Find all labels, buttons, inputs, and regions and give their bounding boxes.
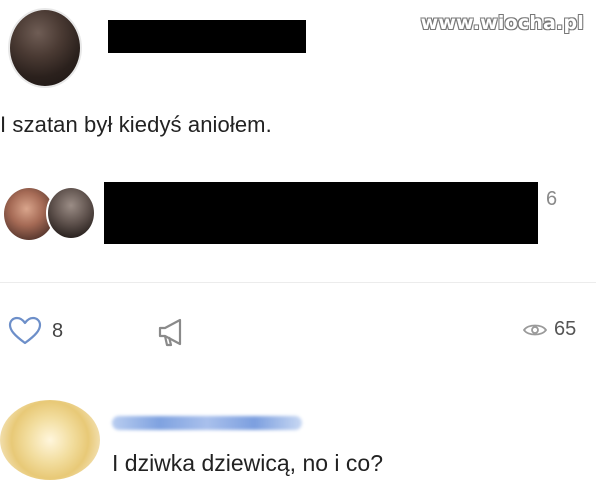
divider [0, 282, 596, 283]
heart-outline-icon [8, 316, 42, 346]
author-avatar[interactable] [8, 8, 82, 88]
commenter-avatar[interactable] [0, 400, 100, 480]
liked-by-count[interactable]: 6 [546, 188, 557, 211]
like-button[interactable]: 8 [8, 316, 63, 346]
megaphone-icon [156, 316, 190, 348]
liker-avatar-2[interactable] [46, 186, 96, 240]
share-button[interactable] [156, 316, 190, 348]
views-count: 65 [554, 318, 577, 340]
comment-text: I dziwka dziewicą, no i co? [112, 450, 384, 476]
likes-count: 8 [52, 319, 64, 342]
watermark-wiocha: www.wiocha.pl [420, 12, 584, 34]
blurred-commenter-name [112, 416, 302, 430]
redacted-likers [104, 182, 538, 244]
redacted-author-name [108, 20, 306, 53]
views-counter: 65 [522, 318, 576, 341]
eye-icon [522, 321, 548, 339]
post-text: I szatan był kiedyś aniołem. [0, 112, 272, 137]
